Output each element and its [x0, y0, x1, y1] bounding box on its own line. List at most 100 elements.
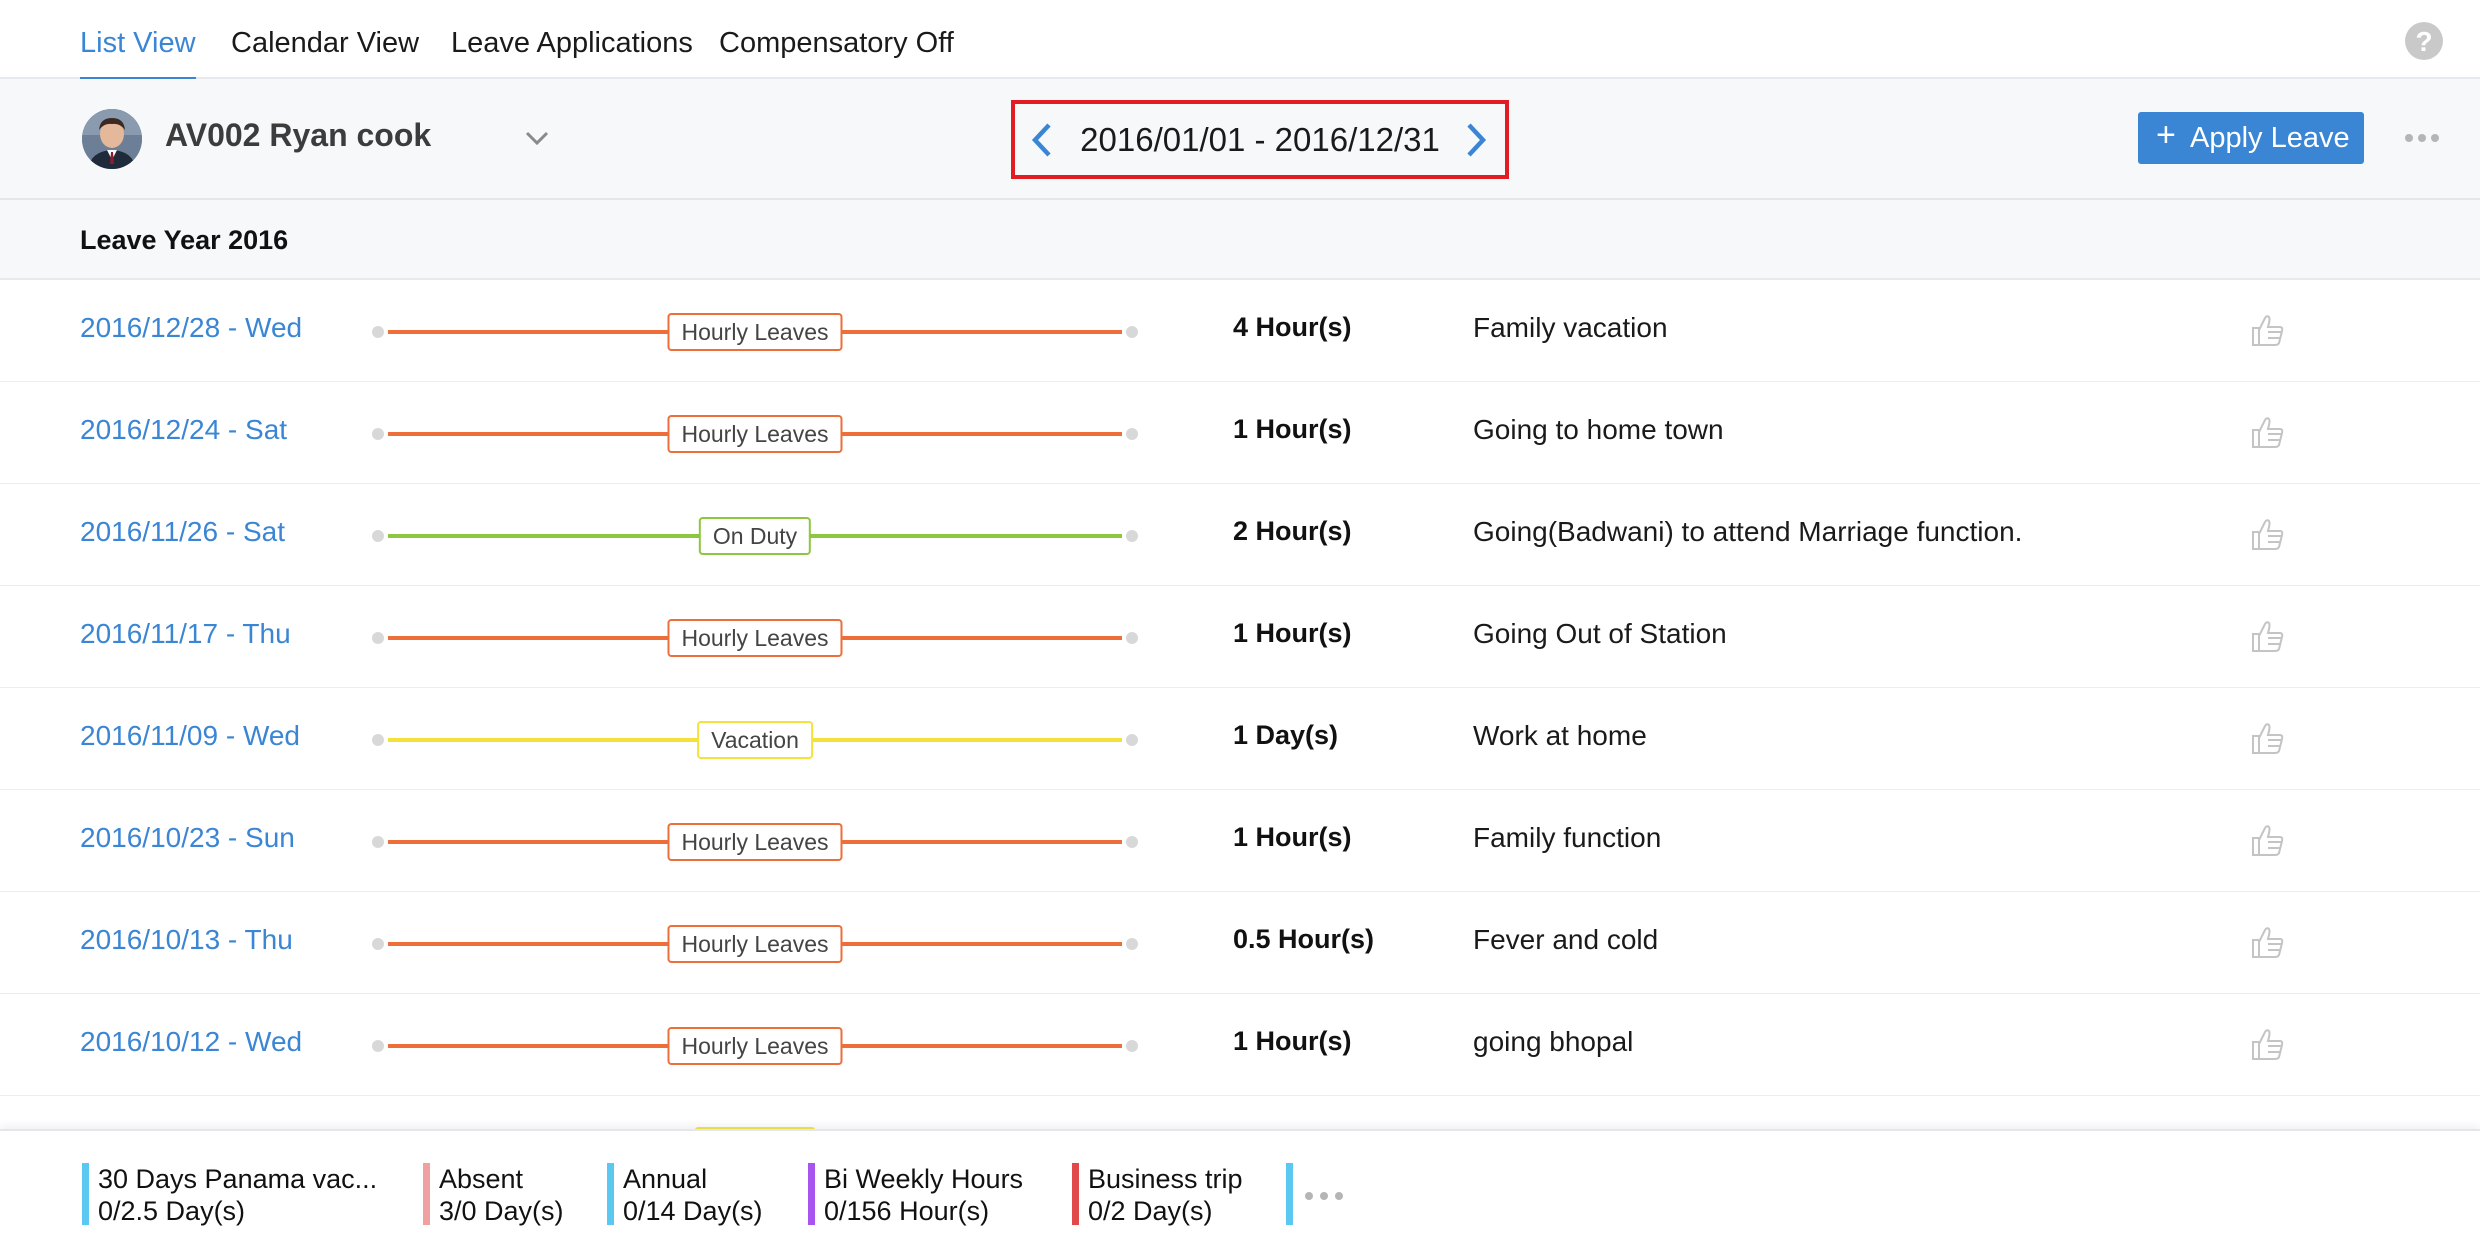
leave-date-link[interactable]: 2016/11/17 - Thu — [80, 618, 291, 650]
thumbs-up-icon[interactable] — [2248, 616, 2288, 656]
leave-timeline: Hourly Leaves — [372, 1027, 1138, 1065]
tab-leave-applications[interactable]: Leave Applications — [451, 0, 693, 79]
leave-amount: 1 Hour(s) — [1233, 414, 1352, 444]
leave-timeline: Hourly Leaves — [372, 619, 1138, 657]
chevron-down-icon[interactable] — [524, 125, 550, 151]
ellipsis-icon[interactable] — [1304, 1191, 1344, 1201]
balance-item[interactable]: Absent 3/0 Day(s) — [423, 1163, 564, 1227]
leave-year-title: Leave Year 2016 — [80, 225, 289, 255]
balance-value: 0/2.5 Day(s) — [98, 1196, 246, 1226]
more-options-icon[interactable] — [2404, 133, 2440, 143]
leave-reason: Work at home — [1473, 720, 1647, 751]
balance-value: 0/2 Day(s) — [1088, 1196, 1213, 1226]
leave-reason: going bhopal — [1473, 1026, 1634, 1057]
avatar — [82, 109, 142, 169]
leave-balance-bar: 30 Days Panama vac... 0/2.5 Day(s) Absen… — [0, 1129, 2480, 1248]
leave-timeline: Hourly Leaves — [372, 313, 1138, 351]
balance-name: Business trip — [1088, 1164, 1243, 1194]
leave-reason: Family function — [1473, 822, 1662, 853]
balance-value: 0/14 Day(s) — [623, 1196, 763, 1226]
leave-timeline: Hourly Leaves — [372, 415, 1138, 453]
leave-type-badge: Hourly Leaves — [667, 313, 843, 351]
leave-amount: 4 Hour(s) — [1233, 312, 1352, 342]
timeline-start-dot — [372, 326, 384, 338]
leave-type-badge: Hourly Leaves — [667, 823, 843, 861]
timeline-end-dot — [1126, 632, 1138, 644]
leave-amount: 1 Hour(s) — [1233, 822, 1352, 852]
chevron-right-icon[interactable] — [1463, 122, 1489, 158]
leave-type-badge: Vacation — [697, 721, 813, 759]
tab-calendar-view[interactable]: Calendar View — [231, 0, 419, 79]
leave-reason: Going to home town — [1473, 414, 1724, 445]
table-row[interactable]: 2016/11/09 - Wed Vacation 1 Day(s) Work at … — [0, 688, 2480, 790]
balance-color-bar — [808, 1163, 815, 1225]
leave-type-badge: On Duty — [698, 517, 812, 555]
leave-list: 2016/12/28 - Wed Hourly Leaves 4 Hour(s) Fa… — [0, 280, 2480, 1096]
balance-color-bar — [1072, 1163, 1079, 1225]
timeline-start-dot — [372, 1040, 384, 1052]
balance-color-bar — [423, 1163, 430, 1225]
date-range-selector: 2016/01/01 - 2016/12/31 — [1011, 100, 1509, 179]
thumbs-up-icon[interactable] — [2248, 718, 2288, 758]
balance-item[interactable]: Bi Weekly Hours 0/156 Hour(s) — [808, 1163, 1023, 1227]
timeline-start-dot — [372, 632, 384, 644]
timeline-start-dot — [372, 530, 384, 542]
balance-color-bar — [82, 1163, 89, 1225]
apply-leave-button[interactable]: + Apply Leave — [2138, 112, 2364, 164]
leave-date-link[interactable]: 2016/10/13 - Thu — [80, 924, 293, 956]
balance-item[interactable]: 30 Days Panama vac... 0/2.5 Day(s) — [82, 1163, 377, 1227]
leave-reason: Fever and cold — [1473, 924, 1659, 955]
leave-reason: Family vacation — [1473, 312, 1668, 343]
table-row[interactable]: 2016/11/17 - Thu Hourly Leaves 1 Hour(s) Go… — [0, 586, 2480, 688]
leave-date-link[interactable]: 2016/12/28 - Wed — [80, 312, 302, 344]
help-icon[interactable]: ? — [2405, 22, 2443, 60]
timeline-end-dot — [1126, 530, 1138, 542]
leave-date-link[interactable]: 2016/10/23 - Sun — [80, 822, 295, 854]
balance-item[interactable]: Business trip 0/2 Day(s) — [1072, 1163, 1243, 1227]
leave-reason: Going Out of Station — [1473, 618, 1727, 649]
table-row[interactable]: 2016/10/12 - Wed Hourly Leaves 1 Hour(s) go… — [0, 994, 2480, 1096]
leave-type-badge: Hourly Leaves — [667, 415, 843, 453]
table-row[interactable]: 2016/12/28 - Wed Hourly Leaves 4 Hour(s) Fa… — [0, 280, 2480, 382]
top-tab-bar: List View Calendar View Leave Applicatio… — [0, 0, 2480, 81]
timeline-start-dot — [372, 428, 384, 440]
leave-timeline: Hourly Leaves — [372, 823, 1138, 861]
balance-color-bar — [607, 1163, 614, 1225]
thumbs-up-icon[interactable] — [2248, 514, 2288, 554]
leave-amount: 1 Hour(s) — [1233, 618, 1352, 648]
thumbs-up-icon[interactable] — [2248, 310, 2288, 350]
tab-list-view[interactable]: List View — [80, 0, 196, 81]
table-row[interactable]: 2016/10/23 - Sun Hourly Leaves 1 Hour(s) Fa… — [0, 790, 2480, 892]
leave-date-link[interactable]: 2016/10/12 - Wed — [80, 1026, 302, 1058]
balance-color-bar — [1286, 1163, 1293, 1225]
leave-amount: 1 Hour(s) — [1233, 1026, 1352, 1056]
thumbs-up-icon[interactable] — [2248, 1024, 2288, 1064]
leave-year-header: Leave Year 2016 — [0, 200, 2480, 280]
leave-date-link[interactable]: 2016/12/24 - Sat — [80, 414, 287, 446]
thumbs-up-icon[interactable] — [2248, 922, 2288, 962]
balance-name: 30 Days Panama vac... — [98, 1164, 378, 1194]
leave-date-link[interactable]: 2016/11/26 - Sat — [80, 516, 285, 548]
chevron-left-icon[interactable] — [1029, 122, 1055, 158]
apply-leave-label: Apply Leave — [2190, 122, 2350, 154]
table-row[interactable]: 2016/11/26 - Sat On Duty 2 Hour(s) Going(Ba… — [0, 484, 2480, 586]
employee-name: AV002 Ryan cook — [165, 117, 432, 153]
table-row[interactable]: 2016/10/13 - Thu Hourly Leaves 0.5 Hour(s)… — [0, 892, 2480, 994]
table-row[interactable]: 2016/12/24 - Sat Hourly Leaves 1 Hour(s) Go… — [0, 382, 2480, 484]
tab-compensatory-off[interactable]: Compensatory Off — [719, 0, 954, 79]
balance-name: Bi Weekly Hours — [824, 1164, 1024, 1194]
leave-reason: Going(Badwani) to attend Marriage functi… — [1473, 516, 2023, 547]
timeline-start-dot — [372, 734, 384, 746]
thumbs-up-icon[interactable] — [2248, 820, 2288, 860]
plus-icon: + — [2156, 116, 2176, 154]
leave-amount: 1 Day(s) — [1233, 720, 1339, 750]
balance-item[interactable]: Annual 0/14 Day(s) — [607, 1163, 763, 1227]
leave-timeline: On Duty — [372, 517, 1138, 555]
timeline-end-dot — [1126, 326, 1138, 338]
thumbs-up-icon[interactable] — [2248, 412, 2288, 452]
balance-value: 0/156 Hour(s) — [824, 1196, 990, 1226]
leave-date-link[interactable]: 2016/11/09 - Wed — [80, 720, 300, 752]
timeline-end-dot — [1126, 734, 1138, 746]
leave-type-badge: Hourly Leaves — [667, 1027, 843, 1065]
date-range-text: 2016/01/01 - 2016/12/31 — [1080, 121, 1440, 158]
